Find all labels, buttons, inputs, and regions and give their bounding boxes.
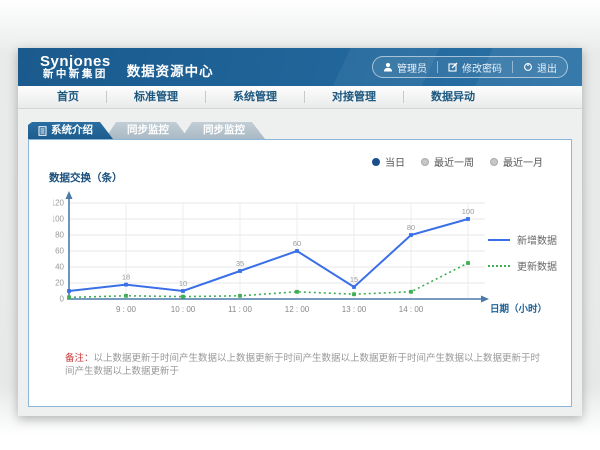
nav-item-standard-mgmt[interactable]: 标准管理 [107,86,205,108]
svg-text:11 : 00: 11 : 00 [228,305,252,314]
tab-system-intro[interactable]: 系统介绍 [28,122,113,139]
radio-dot-icon [490,158,498,166]
svg-text:14 : 00: 14 : 00 [399,305,424,314]
range-option-today[interactable]: 当日 [372,154,405,169]
blue-line-icon [488,239,510,241]
logo-text-en: Synjones [40,54,111,70]
radio-dot-icon [372,158,380,166]
chart-canvas: 0 20 40 60 80 100 120 9 : 00 10 : 00 11 : 00 12 : … [53,186,553,324]
nav-item-data-change[interactable]: 数据异动 [404,86,502,108]
logo-text-cn: 新中新集团 [40,69,111,80]
legend-label: 新增数据 [517,232,557,247]
chart-panel: 当日 最近一周 最近一月 数据交换（条） 0 20 40 60 80 100 120 9 : … [28,139,572,407]
x-axis-title: 日期（小时） [490,303,547,315]
footnote-text: 以上数据更新于时间产生数据以上数据更新于时间产生数据以上数据更新于时间产生数据以… [65,353,540,377]
tab-label: 同步监控 [203,122,245,139]
grid [69,203,485,298]
browser-page: Synjones 新中新集团 数据资源中心 管理员 [18,48,582,416]
svg-text:18: 18 [122,273,130,282]
svg-text:9 : 00: 9 : 00 [116,305,137,314]
content-area: 系统介绍 同步监控 同步监控 当日 最近一周 [18,109,582,416]
edit-icon [448,62,458,72]
change-password-button[interactable]: 修改密码 [438,60,512,75]
tab-label: 系统介绍 [51,122,93,139]
svg-text:20: 20 [55,279,64,288]
y-axis-ticks: 0 20 40 60 80 100 120 [53,199,65,304]
green-dotted-line-icon [488,265,510,267]
line-chart: 0 20 40 60 80 100 120 9 : 00 10 : 00 11 : 00 12 : … [53,186,553,329]
y-axis-title: 数据交换（条） [49,170,123,185]
user-menu-admin[interactable]: 管理员 [373,60,437,75]
radio-dot-icon [421,158,429,166]
user-name: 管理员 [397,60,427,75]
logout-button[interactable]: 退出 [513,60,567,75]
svg-text:10 : 00: 10 : 00 [171,305,196,314]
range-option-last-week[interactable]: 最近一周 [421,154,474,169]
user-menu: 管理员 修改密码 退出 [372,56,568,78]
svg-text:12 : 00: 12 : 00 [285,305,310,314]
range-label: 最近一周 [434,154,474,169]
svg-text:120: 120 [53,199,65,208]
svg-text:60: 60 [55,247,64,256]
series-0: 18 10 35 60 15 80 100 [67,207,474,293]
svg-text:60: 60 [293,239,301,248]
legend-label: 更新数据 [517,258,557,273]
logo: Synjones 新中新集团 [40,54,111,81]
nav-item-system-mgmt[interactable]: 系统管理 [206,86,304,108]
app-header: Synjones 新中新集团 数据资源中心 管理员 [18,48,582,86]
legend-item-updated-data[interactable]: 更新数据 [488,258,557,273]
x-axis-ticks: 9 : 00 10 : 00 11 : 00 12 : 00 13 : 00 14 : 0… [116,305,424,314]
svg-text:40: 40 [55,263,64,272]
main-nav: 首页 标准管理 系统管理 对接管理 数据异动 [18,86,582,109]
range-label: 最近一月 [503,154,543,169]
svg-text:10: 10 [179,279,187,288]
svg-text:80: 80 [55,231,64,240]
backdrop: Synjones 新中新集团 数据资源中心 管理员 [0,0,600,450]
svg-text:15: 15 [350,275,358,284]
svg-text:100: 100 [53,215,65,224]
svg-text:0: 0 [60,295,65,304]
range-option-last-month[interactable]: 最近一月 [490,154,543,169]
series-legend: 新增数据 更新数据 [488,232,557,284]
change-password-label: 修改密码 [462,60,502,75]
nav-item-interface-mgmt[interactable]: 对接管理 [305,86,403,108]
range-label: 当日 [385,154,405,169]
power-icon [523,62,533,72]
tab-bar: 系统介绍 同步监控 同步监控 [18,109,582,139]
tab-sync-monitor-1[interactable]: 同步监控 [105,122,189,139]
time-range-options: 当日 最近一周 最近一月 [372,154,543,169]
page-title: 数据资源中心 [127,60,214,80]
document-icon [38,126,47,136]
user-icon [383,62,393,72]
tab-label: 同步监控 [127,122,169,139]
tab-sync-monitor-2[interactable]: 同步监控 [181,122,265,139]
svg-text:100: 100 [462,207,475,216]
svg-text:35: 35 [236,259,244,268]
svg-text:80: 80 [407,223,415,232]
legend-item-new-data[interactable]: 新增数据 [488,232,557,247]
footnote: 备注：以上数据更新于时间产生数据以上数据更新于时间产生数据以上数据更新于时间产生… [65,352,541,379]
nav-item-home[interactable]: 首页 [30,86,106,108]
logout-label: 退出 [537,60,557,75]
footnote-label: 备注： [65,353,94,364]
svg-text:13 : 00: 13 : 00 [342,305,367,314]
